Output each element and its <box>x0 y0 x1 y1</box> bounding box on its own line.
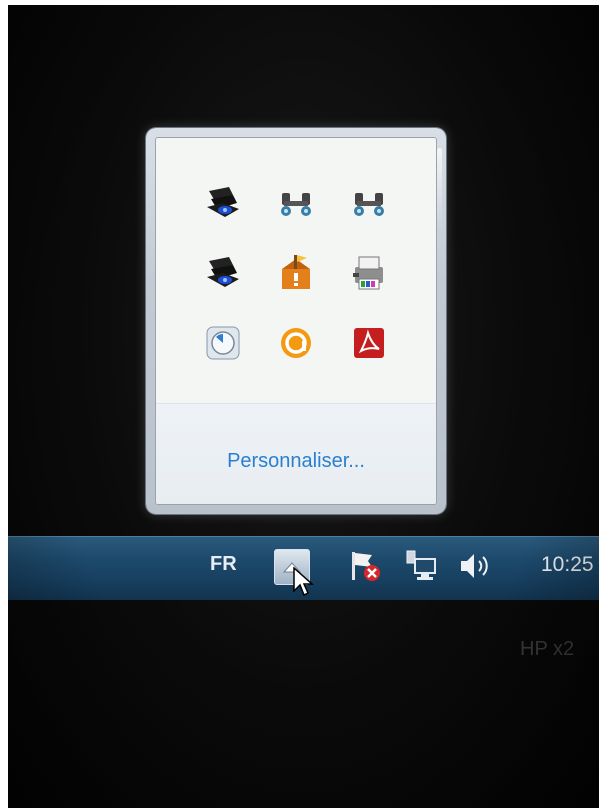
tray-item-printer[interactable] <box>333 238 406 308</box>
network-icon[interactable] <box>403 549 439 583</box>
action-center-warning-icon <box>281 255 310 289</box>
tray-item-adobe-reader[interactable] <box>333 308 406 378</box>
mouse-cursor-icon <box>293 567 314 597</box>
tray-item-clock-dial[interactable] <box>186 308 259 378</box>
tray-item-bluetooth-network-2[interactable] <box>333 168 406 238</box>
tray-overflow-popup: Personnaliser... <box>146 128 446 514</box>
taskbar: FR 10:25 <box>8 536 599 600</box>
volume-icon[interactable] <box>458 549 494 583</box>
clock-dial-icon <box>206 326 240 360</box>
monitor-brand-label: HP x2 <box>520 638 575 660</box>
avast-icon <box>280 328 311 358</box>
popup-glass-highlight <box>437 148 442 233</box>
tray-overflow-panel: Personnaliser... <box>155 137 437 505</box>
tray-item-bluetooth-network[interactable] <box>259 168 332 238</box>
adobe-reader-icon <box>354 328 385 358</box>
language-indicator[interactable]: FR <box>210 553 237 576</box>
tray-item-avast[interactable] <box>259 308 332 378</box>
monitor-screen-photo: Personnaliser... FR 10:25 HP x2 <box>8 5 599 808</box>
bluetooth-network-icon <box>354 193 385 216</box>
hidden-icons-grid <box>186 168 406 378</box>
tray-item-action-center-warning[interactable] <box>259 238 332 308</box>
tray-item-webcam-2[interactable] <box>186 238 259 308</box>
taskbar-clock[interactable]: 10:25 <box>541 553 594 577</box>
webcam-icon <box>206 257 239 287</box>
bluetooth-network-icon <box>280 193 311 216</box>
printer-icon <box>353 256 384 290</box>
tray-item-webcam[interactable] <box>186 168 259 238</box>
webcam-icon <box>206 187 239 217</box>
action-center-flag-icon[interactable] <box>348 549 382 583</box>
customize-link[interactable]: Personnaliser... <box>156 450 436 473</box>
